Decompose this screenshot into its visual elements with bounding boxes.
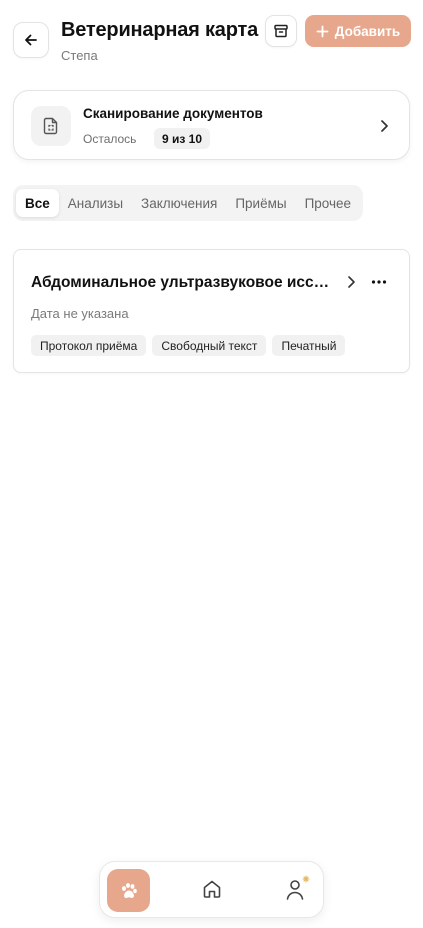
tab-conclusions[interactable]: Заключения: [132, 189, 226, 217]
scan-title: Сканирование документов: [83, 106, 263, 121]
header: Ветеринарная карта Степа Добавить: [0, 0, 423, 80]
tab-all[interactable]: Все: [16, 189, 59, 217]
more-horizontal-icon: [371, 280, 387, 284]
scan-icon-container: [31, 106, 71, 146]
record-tags: Протокол приёма Свободный текст Печатный: [31, 335, 346, 356]
bottom-nav: [99, 861, 324, 918]
paw-icon: [121, 882, 137, 898]
tab-analyses[interactable]: Анализы: [59, 189, 132, 217]
nav-home-button[interactable]: [200, 877, 224, 901]
document-scan-icon: [43, 117, 58, 135]
user-icon: [286, 875, 310, 900]
tab-other[interactable]: Прочее: [296, 189, 360, 217]
scan-documents-card[interactable]: Сканирование документов Осталось 9 из 10: [13, 90, 410, 160]
nav-pets-button[interactable]: [107, 869, 150, 912]
record-date: Дата не указана: [31, 306, 129, 321]
tag-chip: Печатный: [272, 335, 346, 356]
add-button[interactable]: Добавить: [305, 15, 411, 47]
record-title: Абдоминальное ультразвуковое исследовани…: [31, 274, 331, 291]
scan-count-badge: 9 из 10: [154, 128, 211, 149]
arrow-left-icon: [25, 34, 37, 46]
nav-profile-button[interactable]: [283, 874, 313, 902]
page-title: Ветеринарная карта: [61, 19, 258, 41]
tag-chip: Свободный текст: [152, 335, 267, 356]
plus-icon: [316, 25, 329, 37]
tab-appointments[interactable]: Приёмы: [226, 189, 295, 217]
scan-remaining-label: Осталось: [83, 132, 137, 146]
chevron-right-icon[interactable]: [342, 273, 360, 291]
archive-button[interactable]: [265, 15, 297, 47]
archive-icon: [274, 24, 288, 38]
chevron-right-icon: [381, 120, 388, 132]
record-card[interactable]: Абдоминальное ультразвуковое исследовани…: [13, 249, 410, 373]
category-tabs: Все Анализы Заключения Приёмы Прочее: [13, 185, 364, 221]
home-icon: [203, 880, 221, 898]
vet-card-page: Ветеринарная карта Степа Добавить Сканир…: [0, 0, 423, 928]
more-options-button[interactable]: [369, 273, 389, 291]
back-button[interactable]: [13, 22, 49, 58]
add-button-label: Добавить: [334, 23, 401, 39]
tag-chip: Протокол приёма: [31, 335, 147, 356]
pet-name: Степа: [61, 48, 98, 63]
